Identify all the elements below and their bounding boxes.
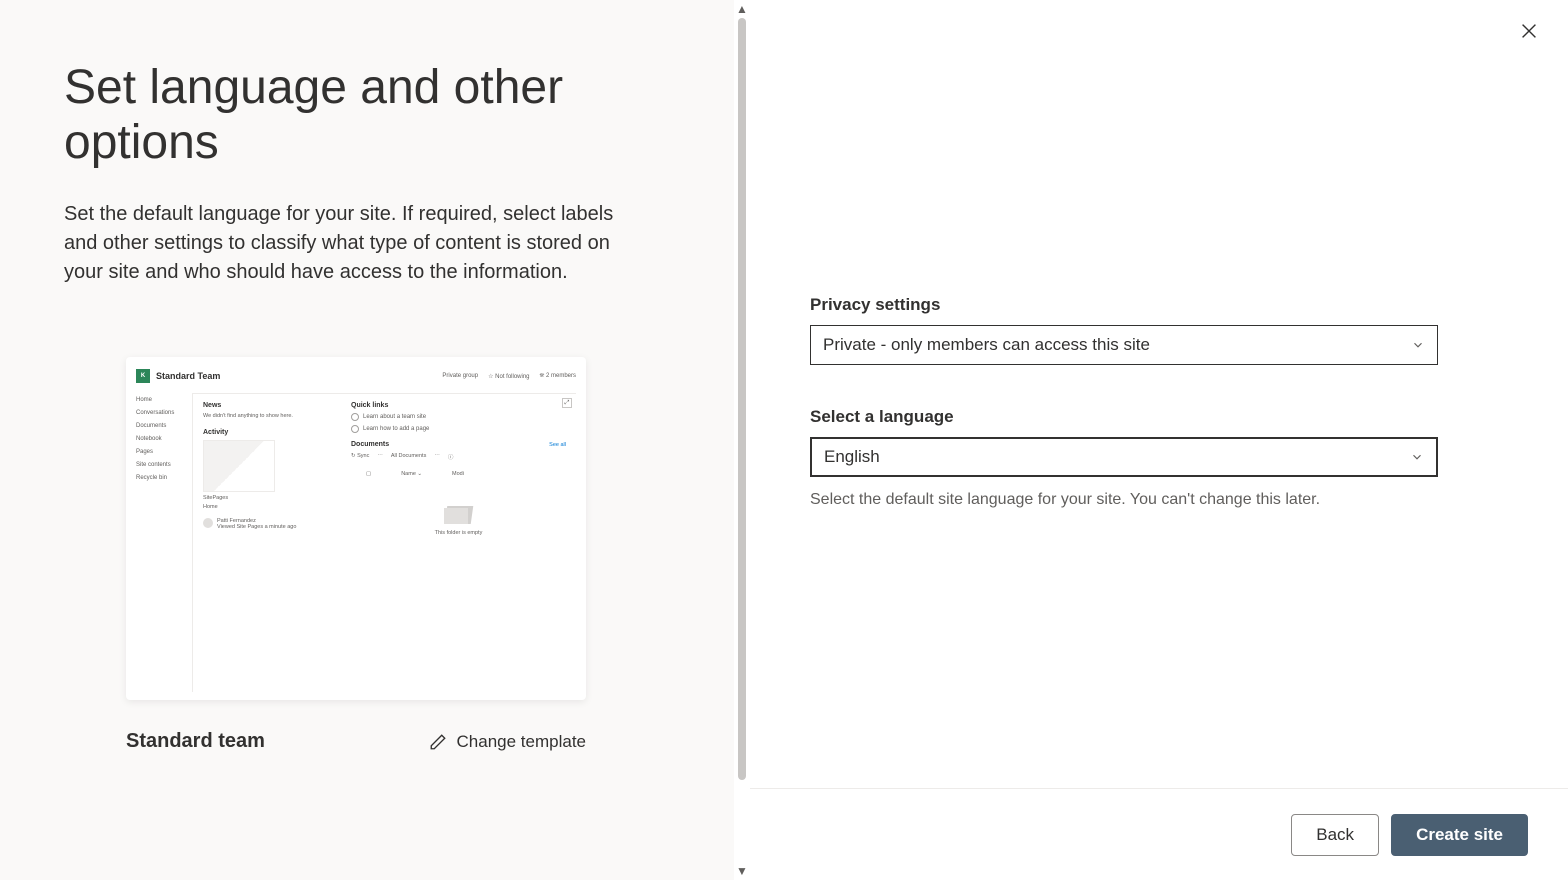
change-template-button[interactable]: Change template [429,732,586,752]
create-site-button[interactable]: Create site [1391,814,1528,856]
template-footer: Standard team Change template [126,730,586,753]
quicklink-label: Learn about a team site [363,414,426,420]
quicklink-row: Learn about a team site [351,413,566,421]
activity-person: Patti Fernandez Viewed Site Pages a minu… [203,518,333,530]
close-button[interactable] [1518,20,1540,47]
expand-icon: ⤢ [562,398,572,408]
pencil-icon [429,733,447,751]
back-button[interactable]: Back [1291,814,1379,856]
more-icon: ⋯ [377,453,383,461]
documents-header: Documents See all [351,441,566,448]
chevron-down-icon [1410,450,1424,464]
scroll-up-icon[interactable]: ▲ [736,2,748,16]
activity-thumbnail [203,440,275,492]
preview-col-right: Quick links Learn about a team site Lear… [351,402,566,684]
preview-nav-item: Notebook [136,436,192,442]
language-value: English [824,447,880,467]
quicklink-row: Learn how to add a page [351,425,566,433]
scrollbar[interactable]: ▲ ▼ [734,0,750,880]
privacy-value: Private - only members can access this s… [823,335,1150,355]
language-field: Select a language English Select the def… [810,407,1438,509]
scroll-down-icon[interactable]: ▼ [736,864,748,878]
language-helper: Select the default site language for you… [810,491,1438,509]
preview-col-left: News We didn't find anything to show her… [203,402,333,684]
language-dropdown[interactable]: English [810,437,1438,477]
close-icon [1518,20,1540,42]
privacy-dropdown[interactable]: Private - only members can access this s… [810,325,1438,365]
preview-nav: Home Conversations Documents Notebook Pa… [136,393,192,692]
info-icon: ⓘ [448,453,454,461]
form-area: Privacy settings Private - only members … [810,295,1438,551]
language-label: Select a language [810,407,1438,427]
preview-header: K Standard Team Private group ☆ Not foll… [136,365,576,387]
preview-header-item: Private group [442,373,478,380]
preview-site-name: Standard Team [156,371,220,381]
left-panel: Set language and other options Set the d… [0,0,734,880]
globe-icon [351,425,359,433]
documents-title: Documents [351,441,389,448]
checkbox-icon: ▢ [366,471,371,477]
right-panel: Privacy settings Private - only members … [750,0,1568,880]
quicklinks-title: Quick links [351,402,566,409]
sync-icon: ↻ Sync [351,453,369,461]
preview-nav-item: Pages [136,449,192,455]
preview-nav-item: Conversations [136,410,192,416]
quicklink-label: Learn how to add a page [363,426,429,432]
scroll-thumb[interactable] [738,18,746,780]
preview-nav-item: Site contents [136,462,192,468]
news-empty-text: We didn't find anything to show here. [203,413,333,419]
documents-table-head: ▢ Name ⌄ Modi [351,471,566,477]
preview-nav-item: Home [136,397,192,403]
empty-state: This folder is empty [351,502,566,536]
see-all-link: See all [549,442,566,448]
preview-nav-item: Documents [136,423,192,429]
preview-header-item: ⛯ 2 members [540,373,576,380]
preview-body: Home Conversations Documents Notebook Pa… [136,393,576,692]
activity-item-title: SitePages [203,495,333,501]
template-name: Standard team [126,730,265,753]
privacy-label: Privacy settings [810,295,1438,315]
preview-main: ⤢ News We didn't find anything to show h… [192,393,576,692]
chevron-down-icon [1411,338,1425,352]
privacy-field: Privacy settings Private - only members … [810,295,1438,365]
view-selector: All Documents [391,453,426,461]
folder-icon [444,502,474,524]
preview-site-logo: K [136,369,150,383]
page-description: Set the default language for your site. … [64,200,644,287]
person-meta: Viewed Site Pages a minute ago [217,524,296,530]
news-title: News [203,402,333,409]
change-template-label: Change template [457,732,586,752]
column-modified: Modi [452,471,464,477]
avatar-icon [203,518,213,528]
more-icon: ⋯ [434,453,440,461]
documents-toolbar: ↻ Sync ⋯ All Documents ⋯ ⓘ [351,453,566,461]
page-title: Set language and other options [64,60,670,170]
activity-title: Activity [203,429,333,436]
preview-header-item: ☆ Not following [488,373,529,380]
empty-text: This folder is empty [351,530,566,536]
preview-header-meta: Private group ☆ Not following ⛯ 2 member… [442,373,576,380]
globe-icon [351,413,359,421]
column-name: Name ⌄ [401,471,422,477]
template-preview: K Standard Team Private group ☆ Not foll… [126,357,586,700]
preview-nav-item: Recycle bin [136,475,192,481]
footer-bar: Back Create site [750,788,1568,880]
activity-item-sub: Home [203,504,333,510]
